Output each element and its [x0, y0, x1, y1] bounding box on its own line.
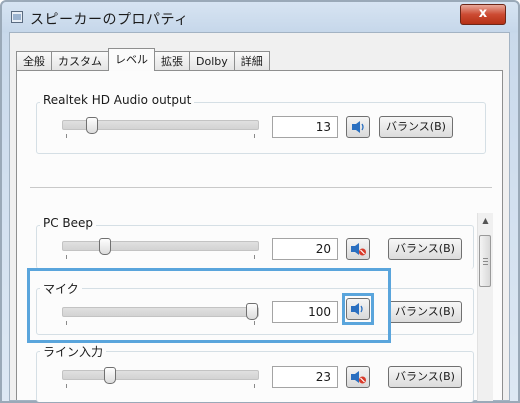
tab-strip: 全般 カスタム レベル 拡張 Dolby 詳細	[16, 48, 270, 71]
pc-beep-volume-slider[interactable]	[98, 238, 111, 255]
master-balance-button[interactable]: バランス(B)	[379, 116, 453, 138]
microphone-mute-highlight-box	[342, 293, 374, 325]
pc-beep-balance-button[interactable]: バランス(B)	[388, 238, 462, 260]
pc-beep-mute-button[interactable]	[346, 238, 370, 260]
microphone-balance-button[interactable]: バランス(B)	[388, 301, 462, 323]
speaker-icon	[352, 121, 364, 133]
window-title: スピーカーのプロパティ	[30, 12, 189, 28]
pc-beep-tick	[254, 255, 255, 259]
grip-line	[483, 261, 488, 262]
line-in-label: ライン入力	[40, 343, 107, 360]
title-bar[interactable]: スピーカーのプロパティ x	[2, 2, 518, 34]
tab-levels[interactable]: レベル	[108, 48, 155, 71]
grip-line	[483, 264, 488, 265]
tab-dolby[interactable]: Dolby	[189, 51, 235, 71]
line-in-tick	[66, 384, 67, 388]
tab-custom[interactable]: カスタム	[51, 51, 109, 71]
master-tick	[254, 134, 255, 138]
line-in-balance-button[interactable]: バランス(B)	[388, 366, 462, 388]
line-in-volume-slider[interactable]	[104, 367, 117, 384]
speaker-muted-icon	[351, 243, 366, 256]
master-mute-button[interactable]	[346, 116, 370, 138]
line-in-mute-button[interactable]	[346, 366, 370, 388]
line-in-volume-track[interactable]	[62, 370, 259, 380]
close-button[interactable]: x	[460, 4, 506, 25]
line-in-tick	[254, 384, 255, 388]
pc-beep-tick	[66, 255, 67, 259]
master-volume-slider[interactable]	[85, 117, 98, 134]
tab-enhancements[interactable]: 拡張	[154, 51, 190, 71]
master-volume-value[interactable]: 13	[272, 116, 338, 138]
pc-beep-volume-value[interactable]: 20	[272, 238, 338, 260]
tab-general[interactable]: 全般	[16, 51, 52, 71]
grip-line	[483, 258, 488, 259]
separator	[30, 187, 492, 188]
speaker-muted-icon	[351, 371, 366, 384]
microphone-highlight-box	[27, 268, 391, 343]
master-tick	[66, 134, 67, 138]
scroll-up-arrow-icon[interactable]: ▲	[478, 213, 493, 228]
app-icon	[11, 11, 23, 23]
pc-beep-label: PC Beep	[40, 216, 97, 230]
tab-advanced[interactable]: 詳細	[233, 51, 270, 71]
line-in-volume-value[interactable]: 23	[272, 366, 338, 388]
vertical-scrollbar[interactable]: ▲	[477, 213, 493, 401]
master-output-label: Realtek HD Audio output	[40, 93, 195, 107]
pc-beep-volume-track[interactable]	[62, 241, 259, 251]
scrollbar-thumb[interactable]	[479, 235, 491, 287]
